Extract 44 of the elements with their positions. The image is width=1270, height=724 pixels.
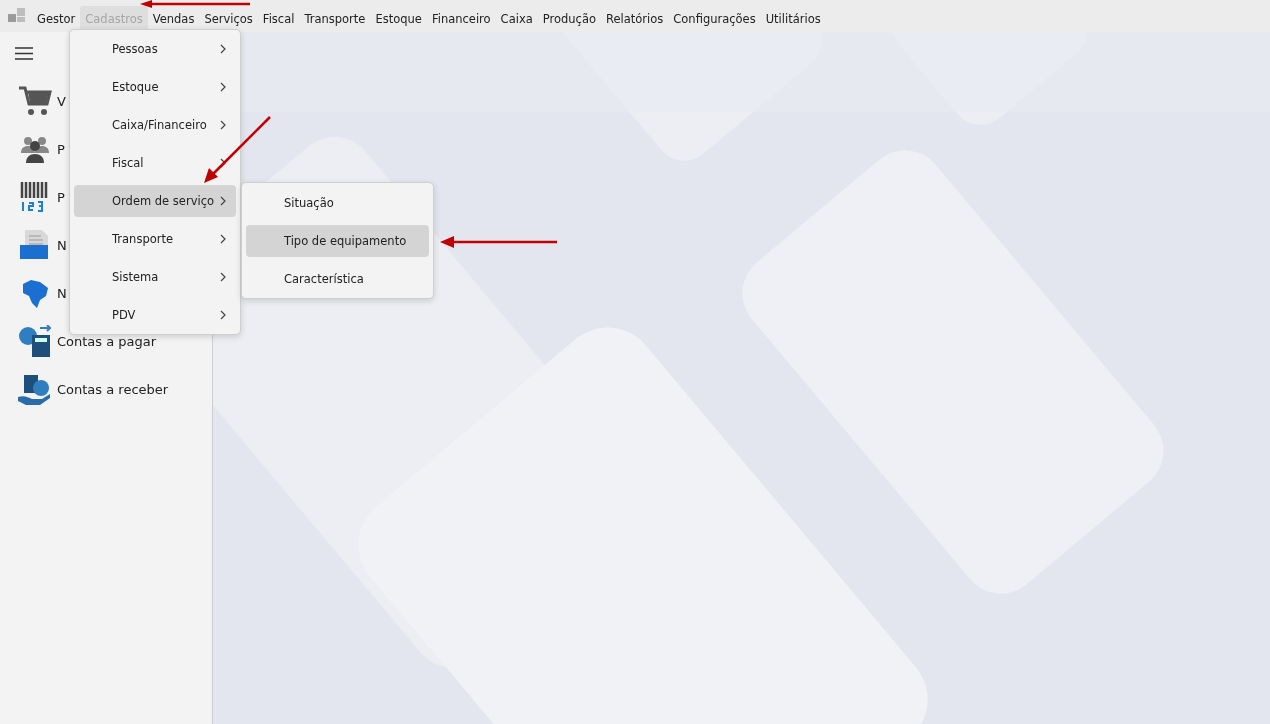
menu-item[interactable]: Financeiro — [426, 6, 496, 32]
app-logo-icon — [8, 8, 26, 24]
calculator-icon[interactable] — [18, 325, 52, 357]
sidebar-item[interactable]: N — [57, 285, 67, 301]
menu-item[interactable]: Característica — [246, 262, 429, 295]
menu-item[interactable]: Produção — [537, 6, 601, 32]
menu-item[interactable]: Gestor — [32, 6, 81, 32]
menu-item[interactable]: Situação — [246, 186, 429, 219]
menu-item[interactable]: Utilitários — [760, 6, 826, 32]
sidebar-item[interactable]: N — [57, 237, 67, 253]
menu-item[interactable]: Estoque — [370, 6, 427, 32]
chevron-right-icon — [220, 82, 226, 92]
sidebar-item[interactable]: V — [57, 93, 66, 109]
chevron-right-icon — [220, 310, 226, 320]
menu-item[interactable]: Caixa/Financeiro — [74, 109, 236, 141]
menu-item[interactable]: Transporte — [299, 6, 371, 32]
menu-item[interactable]: Fiscal — [74, 147, 236, 179]
menu-item[interactable]: Transporte — [74, 223, 236, 255]
menu-item[interactable]: Ordem de serviço — [74, 185, 236, 217]
sidebar-item[interactable]: Contas a receber — [57, 381, 169, 397]
cart-icon[interactable] — [18, 86, 52, 116]
chevron-right-icon — [220, 196, 226, 206]
chevron-right-icon — [220, 234, 226, 244]
menu-item[interactable]: Sistema — [74, 261, 236, 293]
menu-item[interactable]: Caixa — [495, 6, 538, 32]
sidebar-item[interactable]: Contas a pagar — [57, 333, 157, 349]
sidebar-item[interactable]: P — [57, 189, 65, 205]
people-icon[interactable] — [18, 135, 52, 163]
chevron-right-icon — [220, 272, 226, 282]
chevron-right-icon — [220, 120, 226, 130]
menu-item[interactable]: Fiscal — [257, 6, 300, 32]
menu-item[interactable]: Pessoas — [74, 33, 236, 65]
menu-item[interactable]: Tipo de equipamento — [246, 224, 429, 257]
menu-item[interactable]: Serviços — [199, 6, 258, 32]
chevron-right-icon — [220, 44, 226, 54]
menu-icon[interactable] — [15, 47, 33, 60]
menu-item[interactable]: Relatórios — [601, 6, 669, 32]
menu-item[interactable]: Configurações — [668, 6, 761, 32]
sidebar-item[interactable]: P — [57, 141, 65, 157]
annotation-arrow — [204, 116, 271, 183]
menu-item[interactable]: PDV — [74, 299, 236, 331]
menu-item[interactable]: Estoque — [74, 71, 236, 103]
menu-item[interactable]: Vendas — [147, 6, 200, 32]
money-hand-icon[interactable] — [18, 373, 52, 405]
